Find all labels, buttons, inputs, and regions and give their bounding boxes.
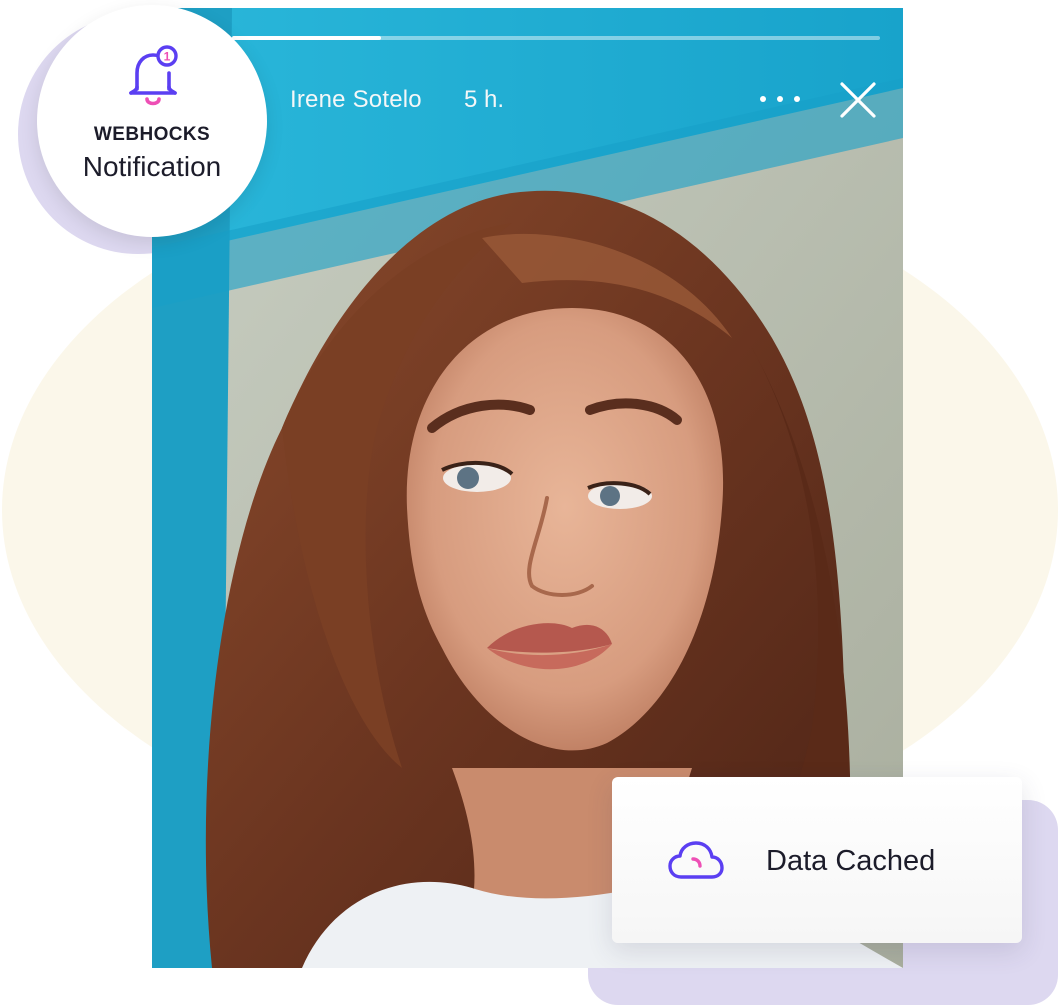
- bell-icon: 1: [129, 45, 178, 106]
- webhooks-notification-bubble: 1 WEBHOCKS Notification: [37, 5, 267, 237]
- story-progress-bar: [232, 36, 880, 40]
- story-username[interactable]: Irene Sotelo: [290, 86, 422, 114]
- notification-subtitle: Notification: [82, 151, 222, 182]
- data-cached-card: Data Cached: [612, 777, 1022, 943]
- bell-badge-count: 1: [164, 50, 171, 64]
- data-cached-label: Data Cached: [766, 845, 936, 877]
- cloud-icon: [668, 841, 724, 879]
- more-options-icon[interactable]: [760, 86, 800, 112]
- story-progress-fill: [232, 36, 382, 40]
- close-icon[interactable]: [838, 80, 878, 120]
- story-timestamp: 5 h.: [464, 86, 505, 113]
- notification-title: WEBHOCKS: [93, 124, 211, 145]
